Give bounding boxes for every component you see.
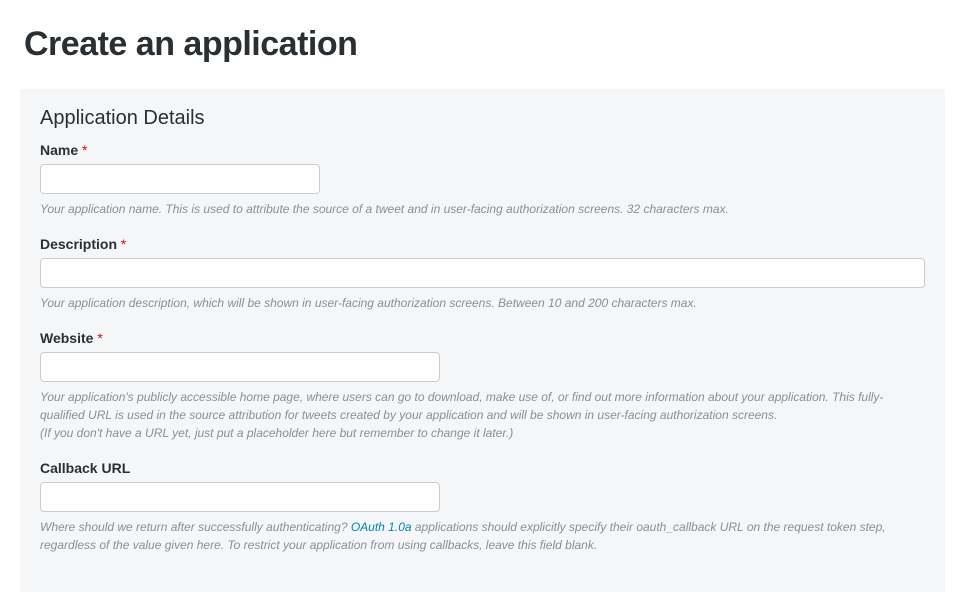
name-label: Name * (40, 142, 925, 158)
callback-label-text: Callback URL (40, 460, 130, 476)
name-field-group: Name * Your application name. This is us… (40, 142, 925, 218)
required-marker: * (82, 142, 87, 158)
website-help-text: Your application's publicly accessible h… (40, 388, 925, 442)
description-field-group: Description * Your application descripti… (40, 236, 925, 312)
name-help-text: Your application name. This is used to a… (40, 200, 925, 218)
required-marker: * (97, 330, 102, 346)
callback-label: Callback URL (40, 460, 925, 476)
callback-help-before: Where should we return after successfull… (40, 520, 351, 534)
page-title: Create an application (24, 25, 965, 64)
application-details-panel: Application Details Name * Your applicat… (20, 89, 945, 592)
callback-field-group: Callback URL Where should we return afte… (40, 460, 925, 554)
section-heading: Application Details (40, 107, 925, 130)
description-help-text: Your application description, which will… (40, 294, 925, 312)
callback-input[interactable] (40, 482, 440, 512)
description-label: Description * (40, 236, 925, 252)
website-label: Website * (40, 330, 925, 346)
website-help-line2: (If you don't have a URL yet, just put a… (40, 426, 513, 440)
website-label-text: Website (40, 330, 93, 346)
description-label-text: Description (40, 236, 117, 252)
website-input[interactable] (40, 352, 440, 382)
website-help-line1: Your application's publicly accessible h… (40, 390, 883, 422)
callback-help-text: Where should we return after successfull… (40, 518, 925, 554)
name-input[interactable] (40, 164, 320, 194)
oauth-link[interactable]: OAuth 1.0a (351, 520, 412, 534)
required-marker: * (121, 236, 126, 252)
website-field-group: Website * Your application's publicly ac… (40, 330, 925, 442)
name-label-text: Name (40, 142, 78, 158)
description-input[interactable] (40, 258, 925, 288)
